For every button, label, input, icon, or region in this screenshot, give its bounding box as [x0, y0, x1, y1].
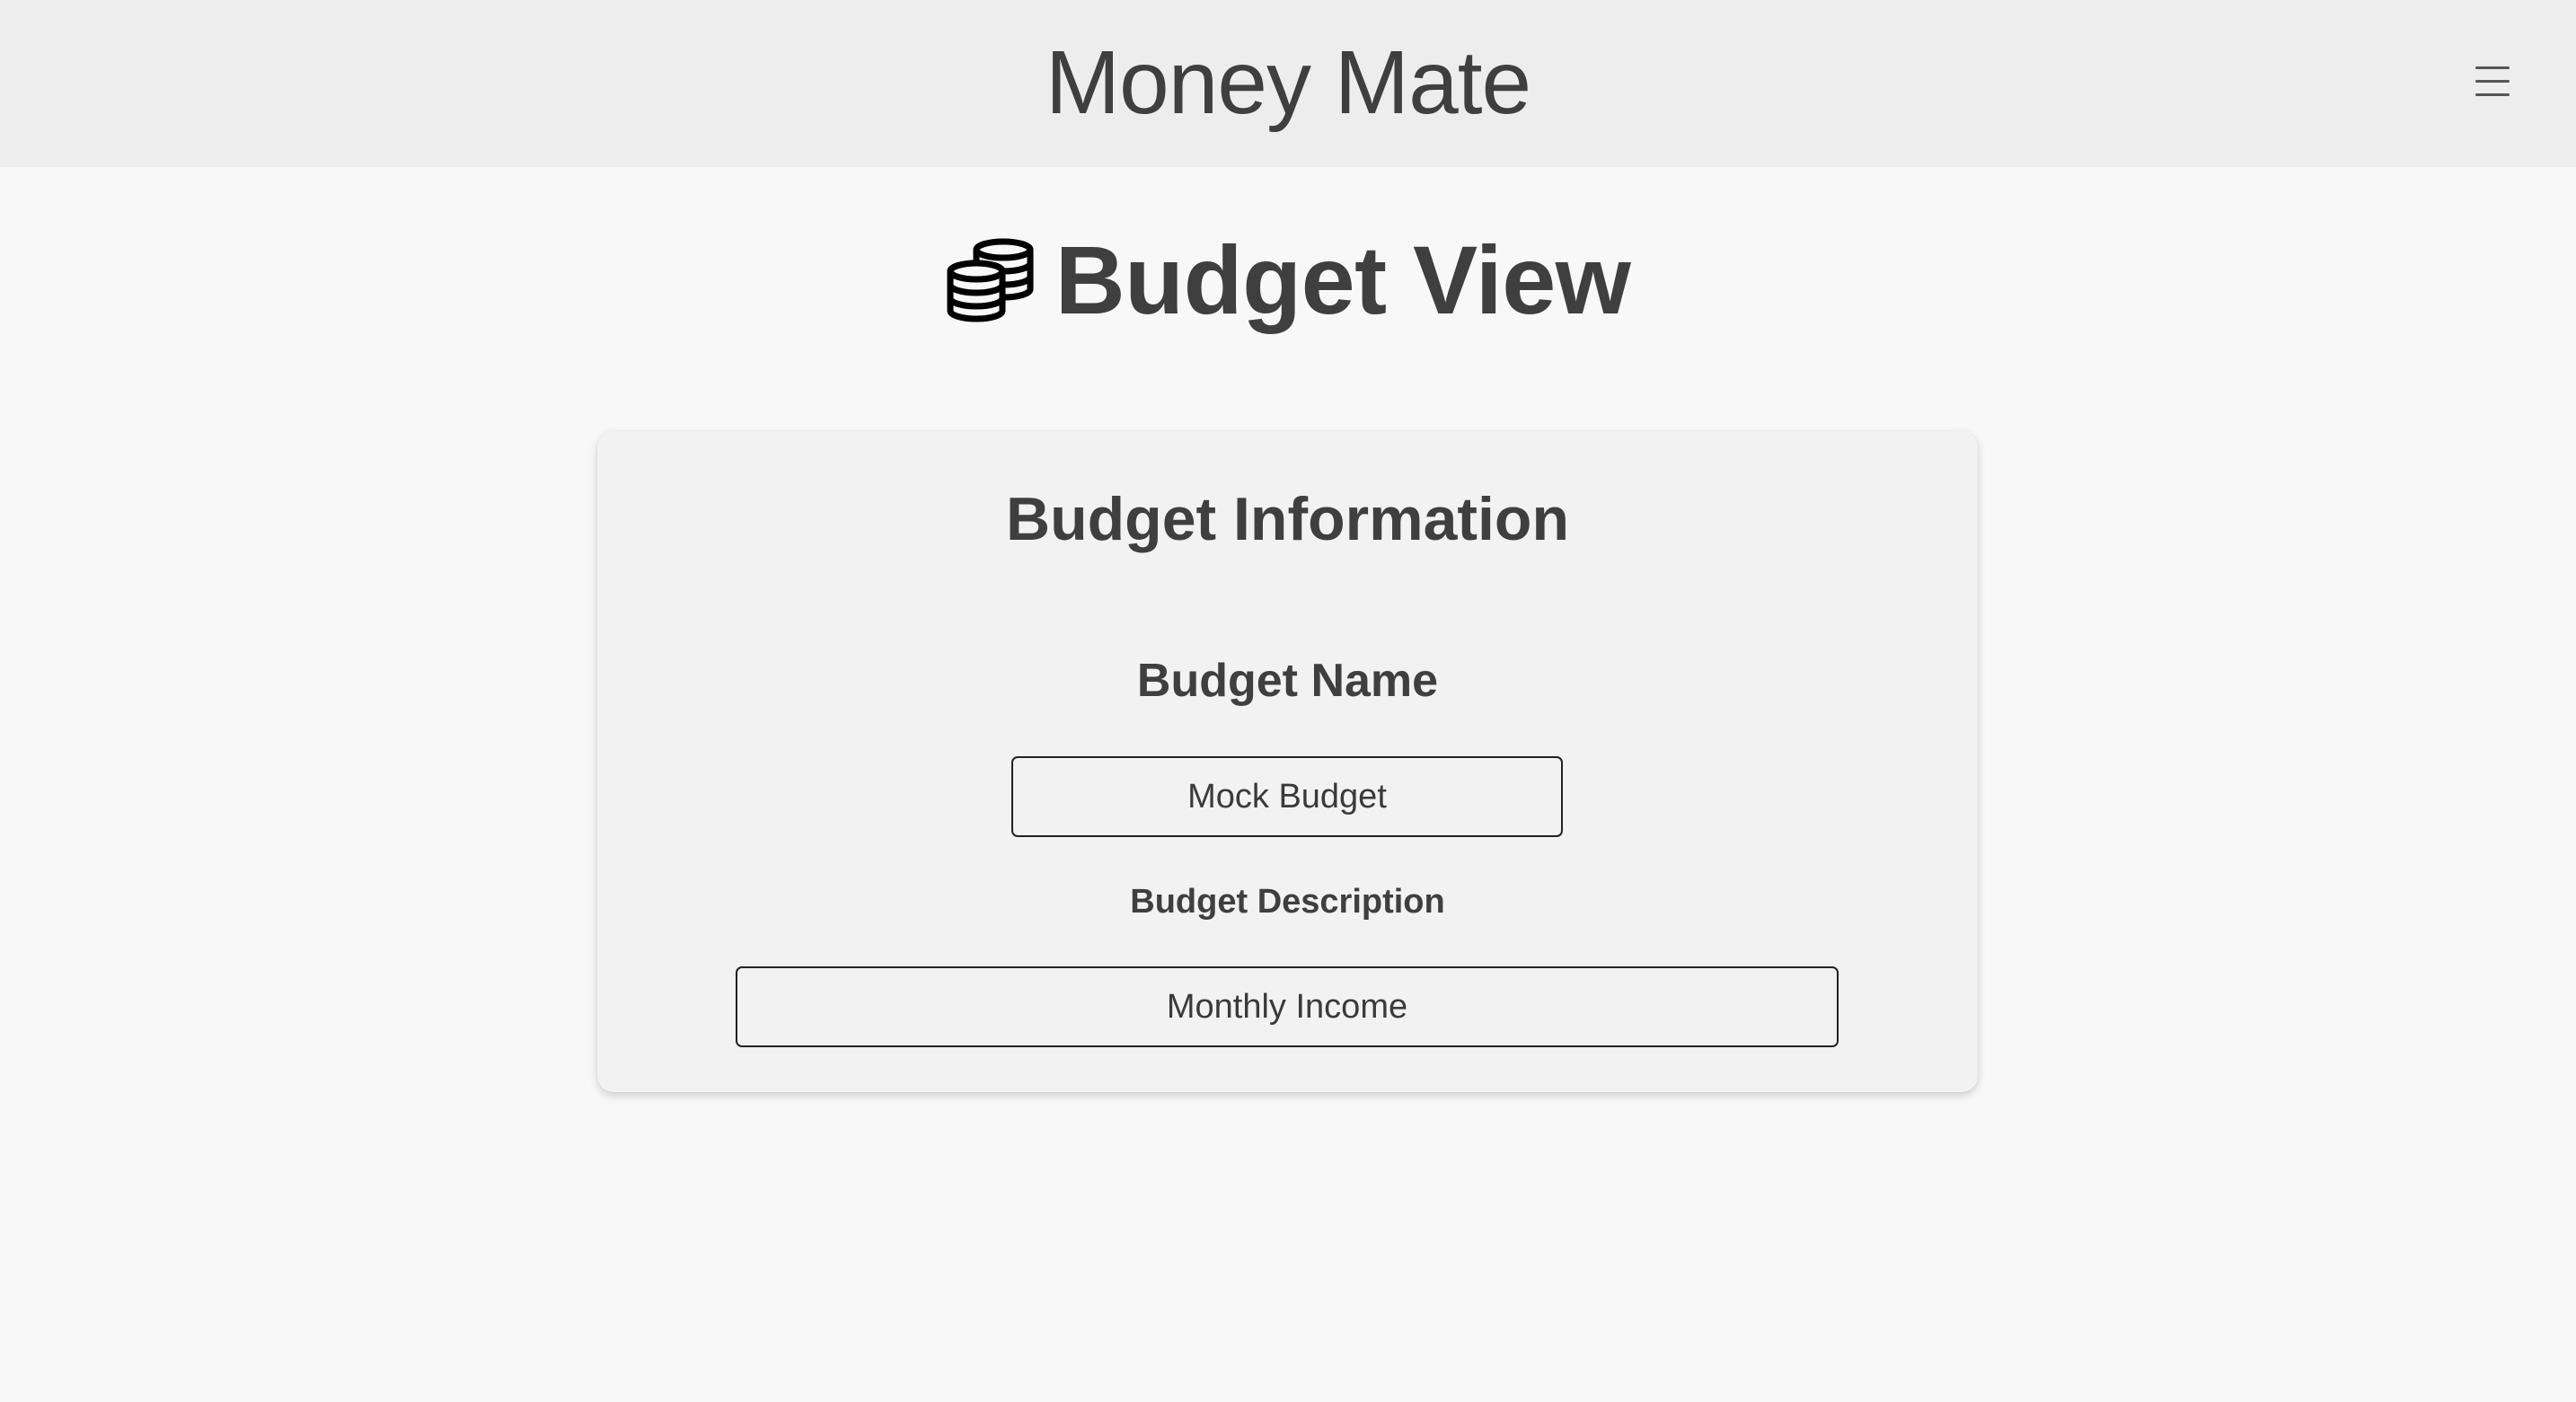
budget-name-label: Budget Name	[1136, 655, 1439, 707]
page-title: Budget View	[1054, 225, 1631, 334]
budget-description-label: Budget Description	[1130, 883, 1445, 921]
app-title: Money Mate	[1045, 32, 1531, 133]
card-title: Budget Information	[1005, 485, 1570, 553]
budget-description-input[interactable]	[736, 966, 1839, 1047]
page-heading: Budget View	[0, 226, 2576, 334]
app-header: Money Mate	[0, 0, 2576, 167]
hamburger-menu-icon[interactable]	[2472, 63, 2513, 101]
budget-name-input[interactable]	[1011, 756, 1563, 837]
budget-information-card: Budget Information Budget Name Budget De…	[597, 431, 1978, 1092]
coins-icon	[947, 238, 1034, 322]
